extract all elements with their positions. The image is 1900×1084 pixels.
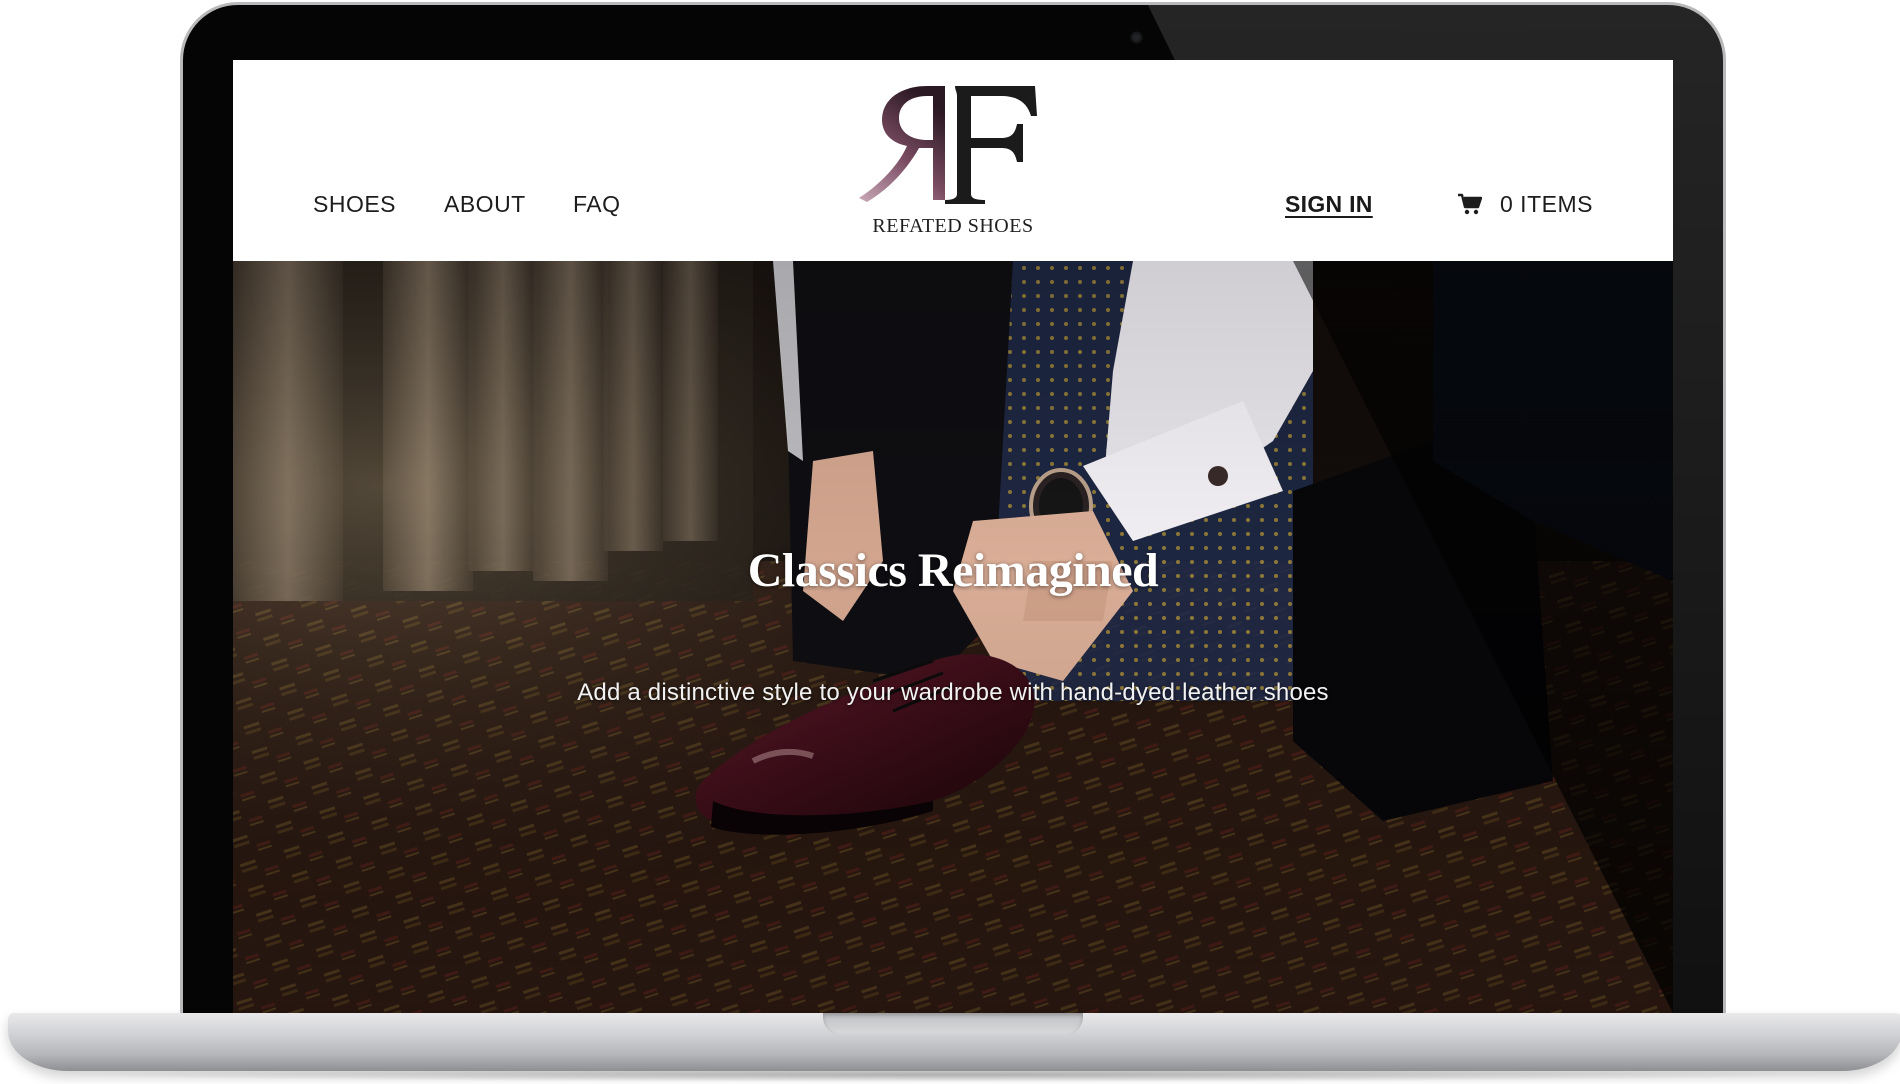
site-header: SHOES ABOUT FAQ REFATED SHOES SIGN IN 0 … <box>233 60 1673 261</box>
laptop-mockup: SHOES ABOUT FAQ REFATED SHOES SIGN IN 0 … <box>0 0 1900 1084</box>
webcam-icon <box>1131 32 1142 43</box>
nav-faq-link[interactable]: FAQ <box>573 191 621 218</box>
nav-about-link[interactable]: ABOUT <box>444 191 526 218</box>
website-screen: SHOES ABOUT FAQ REFATED SHOES SIGN IN 0 … <box>233 60 1673 1013</box>
brand-name[interactable]: REFATED SHOES <box>853 215 1053 238</box>
sign-in-link[interactable]: SIGN IN <box>1285 191 1373 218</box>
brand-logo-monogram[interactable] <box>853 80 1053 210</box>
hero-banner: Classics Reimagined Add a distinctive st… <box>233 261 1673 1013</box>
hero-subtitle: Add a distinctive style to your wardrobe… <box>577 679 1329 706</box>
laptop-lid-notch <box>823 1013 1083 1035</box>
cart-button[interactable]: 0 ITEMS <box>1458 188 1593 220</box>
cart-icon <box>1458 193 1482 215</box>
cart-item-count: 0 ITEMS <box>1500 190 1593 217</box>
hero-title: Classics Reimagined <box>747 544 1159 597</box>
nav-shoes-link[interactable]: SHOES <box>313 191 396 218</box>
